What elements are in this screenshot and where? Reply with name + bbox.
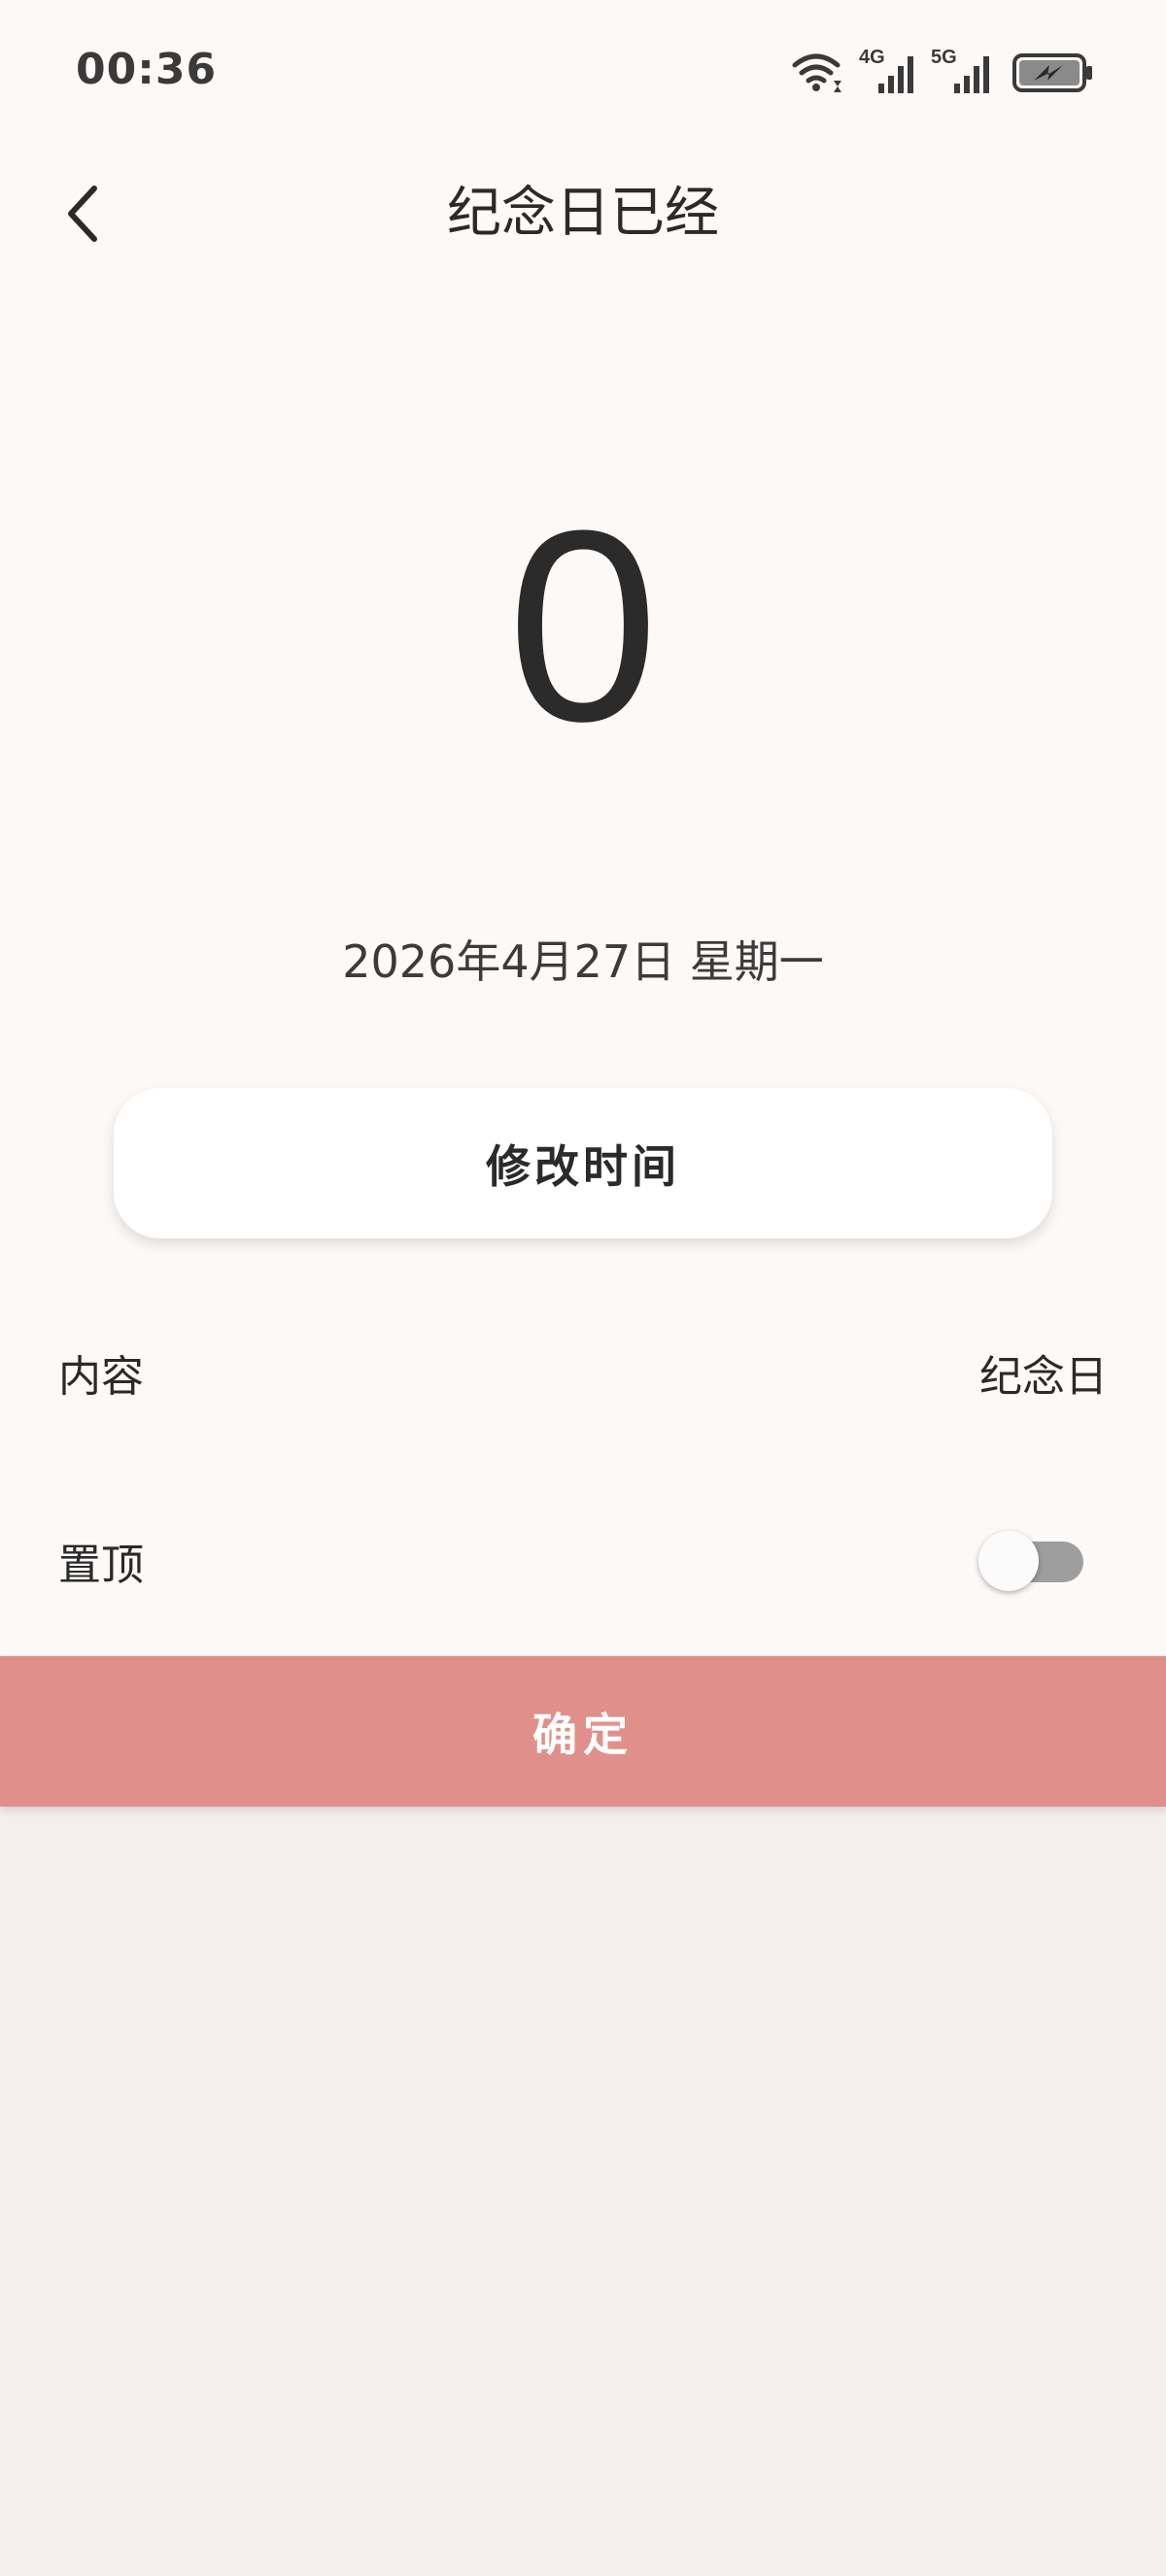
- status-icons: 4G 5G: [791, 47, 1094, 97]
- toggle-knob: [978, 1531, 1039, 1591]
- wifi-icon: [791, 51, 845, 94]
- signal-5g-icon: 5G: [931, 47, 999, 95]
- app-screen: 00:36 4G 5G 纪念日已经 0 2026年4月27日 星期一 修改时间 …: [0, 0, 1166, 1655]
- content-value[interactable]: 纪念日: [979, 1341, 1108, 1404]
- anniversary-date: 2026年4月27日 星期一: [342, 935, 824, 988]
- confirm-button[interactable]: 确定: [0, 1656, 1166, 1807]
- pin-label: 置顶: [58, 1541, 144, 1590]
- page-title: 纪念日已经: [447, 182, 719, 245]
- battery-charging-icon: [1012, 51, 1094, 94]
- status-time: 00:36: [76, 45, 218, 94]
- signal-4g-icon: 4G: [859, 47, 917, 95]
- pin-row: 置顶: [0, 1488, 1166, 1634]
- status-bar: 00:36 4G 5G: [0, 0, 1166, 146]
- pin-toggle[interactable]: [978, 1531, 1083, 1591]
- content-label: 内容: [58, 1352, 144, 1402]
- content-row[interactable]: 内容 纪念日: [0, 1300, 1166, 1445]
- day-count: 0: [507, 475, 659, 778]
- modify-time-button[interactable]: 修改时间: [114, 1088, 1052, 1238]
